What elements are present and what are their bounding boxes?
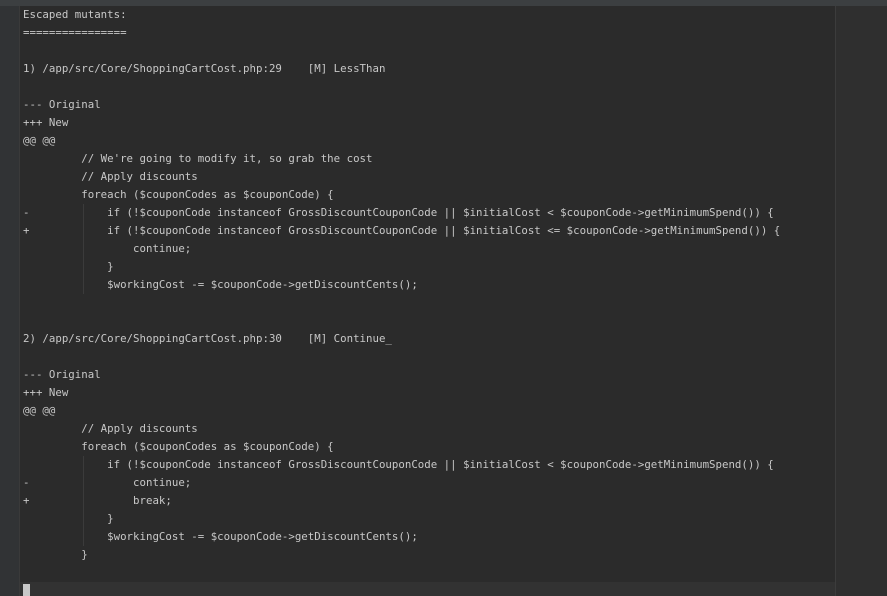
console-output-panel[interactable]: Escaped mutants: ================ 1) /app/… <box>0 0 887 596</box>
output-line: } <box>23 548 88 561</box>
output-line: if (!$couponCode instanceof GrossDiscoun… <box>23 458 774 471</box>
output-line: @@ @@ <box>23 404 56 417</box>
output-line: - if (!$couponCode instanceof GrossDisco… <box>23 206 774 219</box>
output-line: } <box>23 260 114 273</box>
output-line: - continue; <box>23 476 192 489</box>
output-line: // We're going to modify it, so grab the… <box>23 152 373 165</box>
text-cursor <box>23 584 30 596</box>
output-line: continue; <box>23 242 192 255</box>
output-line: } <box>23 512 114 525</box>
output-line: $workingCost -= $couponCode->getDiscount… <box>23 278 418 291</box>
output-line: 1) /app/src/Core/ShoppingCartCost.php:29… <box>23 62 386 75</box>
output-line: $workingCost -= $couponCode->getDiscount… <box>23 530 418 543</box>
output-line: --- Original <box>23 98 101 111</box>
output-line: +++ New <box>23 386 69 399</box>
output-line: + break; <box>23 494 172 507</box>
output-line: +++ New <box>23 116 69 129</box>
line-gutter <box>0 6 20 596</box>
mutation-report-text: Escaped mutants: ================ 1) /app/… <box>23 6 780 564</box>
output-line: --- Original <box>23 368 101 381</box>
output-line: foreach ($couponCodes as $couponCode) { <box>23 440 334 453</box>
current-line-highlight <box>20 582 835 596</box>
output-line: // Apply discounts <box>23 422 198 435</box>
output-line: ================ <box>23 26 127 39</box>
output-line: 2) /app/src/Core/ShoppingCartCost.php:30… <box>23 332 392 345</box>
output-line: // Apply discounts <box>23 170 198 183</box>
right-side-area <box>836 6 887 596</box>
output-line: Escaped mutants: <box>23 8 127 21</box>
output-line: foreach ($couponCodes as $couponCode) { <box>23 188 334 201</box>
output-line: @@ @@ <box>23 134 56 147</box>
output-line: + if (!$couponCode instanceof GrossDisco… <box>23 224 781 237</box>
